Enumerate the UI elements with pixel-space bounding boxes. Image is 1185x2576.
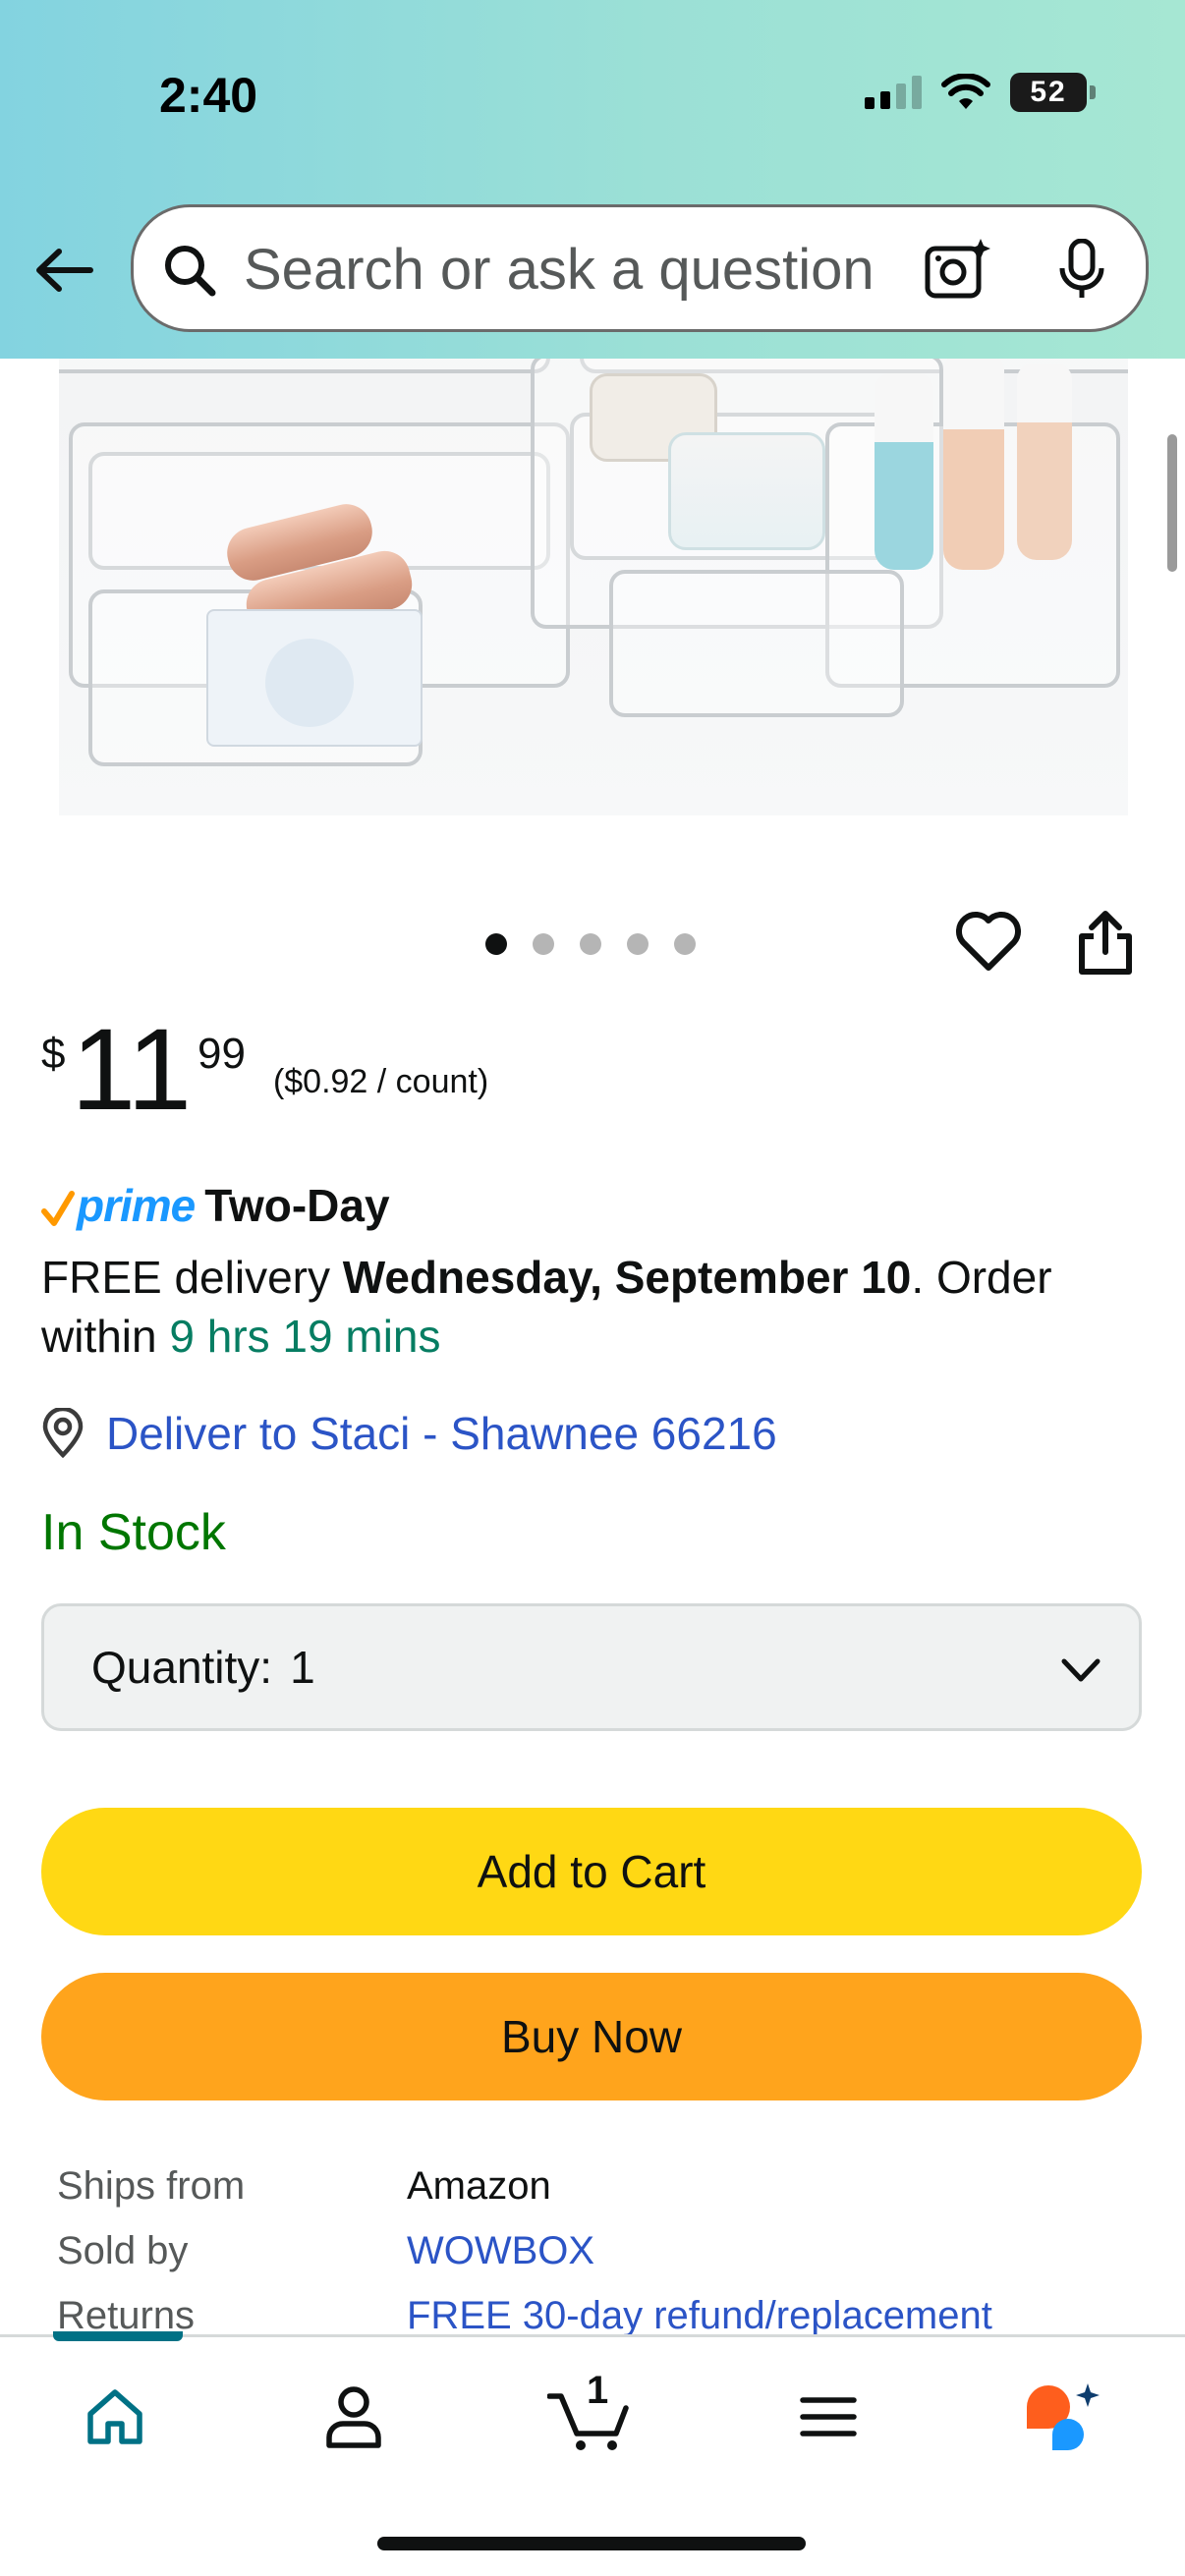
price-whole: 11 (71, 1005, 192, 1135)
cellular-signal-icon (865, 76, 922, 109)
chevron-down-icon (1061, 1658, 1100, 1682)
camera-search-icon[interactable] (924, 237, 990, 302)
seller-link[interactable]: WOWBOX (407, 2229, 594, 2273)
prime-check-icon (41, 1191, 75, 1226)
detail-key: Sold by (57, 2228, 189, 2272)
price-currency-symbol: $ (41, 1030, 66, 1078)
price-per-unit: ($0.92 / count) (272, 1063, 489, 1100)
carousel-dot[interactable] (485, 933, 507, 955)
delivery-date: Wednesday, September 10 (342, 1252, 912, 1303)
deliver-to-link[interactable]: Deliver to Staci - Shawnee 66216 (41, 1407, 777, 1460)
carousel-dot[interactable] (627, 933, 649, 955)
price-fraction: 99 (197, 1030, 246, 1078)
carousel-dot[interactable] (533, 933, 554, 955)
back-arrow-icon (36, 249, 93, 292)
nav-cart[interactable]: 1 (545, 2369, 634, 2461)
search-icon (165, 246, 216, 297)
hamburger-menu-icon (800, 2397, 857, 2436)
back-button[interactable] (29, 236, 98, 305)
returns-link[interactable]: FREE 30-day refund/replacement (407, 2294, 992, 2338)
price: $ 11 99 ($0.92 / count) (41, 1012, 488, 1128)
nav-account[interactable] (310, 2373, 398, 2461)
home-icon (87, 2389, 142, 2444)
page-scrollbar[interactable] (1167, 434, 1177, 572)
product-image[interactable] (59, 295, 1128, 815)
delivery-prefix: FREE delivery (41, 1252, 343, 1303)
detail-row-sold-by: Sold by WOWBOX (57, 2218, 1138, 2283)
status-icons: 52 (865, 73, 1096, 112)
carousel-dot[interactable] (674, 933, 696, 955)
carousel-dot[interactable] (580, 933, 601, 955)
header: 2:40 52 (0, 0, 1185, 359)
status-time: 2:40 (159, 68, 258, 123)
quantity-selector[interactable]: Quantity: 1 (41, 1603, 1142, 1731)
buy-now-button[interactable]: Buy Now (41, 1973, 1142, 2100)
delivery-info: FREE delivery Wednesday, September 10. O… (41, 1248, 1142, 1366)
image-carousel-dots[interactable] (485, 933, 696, 955)
prime-badge: prime Two-Day (41, 1179, 390, 1232)
nav-menu[interactable] (784, 2373, 873, 2461)
add-to-wishlist-button[interactable] (953, 909, 1024, 980)
add-to-cart-button[interactable]: Add to Cart (41, 1808, 1142, 1935)
location-pin-icon (42, 1408, 84, 1459)
deliver-to-address[interactable]: Deliver to Staci - Shawnee 66216 (106, 1407, 777, 1460)
heart-icon (956, 912, 1021, 971)
share-icon (1079, 911, 1132, 975)
battery-icon: 52 (1010, 73, 1096, 112)
battery-percent: 52 (1030, 76, 1067, 108)
nav-rufus-assistant[interactable] (1018, 2373, 1106, 2461)
active-tab-indicator (53, 2331, 183, 2341)
delivery-countdown: 9 hrs 19 mins (169, 1311, 441, 1362)
detail-key: Ships from (57, 2163, 246, 2208)
person-icon (326, 2386, 381, 2448)
detail-row-ships-from: Ships from Amazon (57, 2154, 1138, 2218)
quantity-value: 1 (290, 1642, 315, 1693)
quantity-label: Quantity: (91, 1642, 273, 1693)
cart-count-badge: 1 (587, 2369, 609, 2412)
share-button[interactable] (1076, 909, 1143, 981)
purchase-details: Ships from Amazon Sold by WOWBOX Returns… (57, 2154, 1138, 2348)
prime-label: prime (77, 1180, 196, 1231)
nav-home[interactable] (71, 2373, 159, 2461)
rufus-assistant-icon (1027, 2383, 1100, 2450)
home-indicator[interactable] (377, 2537, 806, 2550)
microphone-icon[interactable] (1057, 239, 1106, 302)
detail-value: Amazon (407, 2163, 551, 2208)
stock-status: In Stock (41, 1504, 226, 1561)
prime-speed: Two-Day (204, 1180, 390, 1231)
search-bar[interactable] (131, 204, 1149, 332)
wifi-icon (941, 74, 990, 109)
